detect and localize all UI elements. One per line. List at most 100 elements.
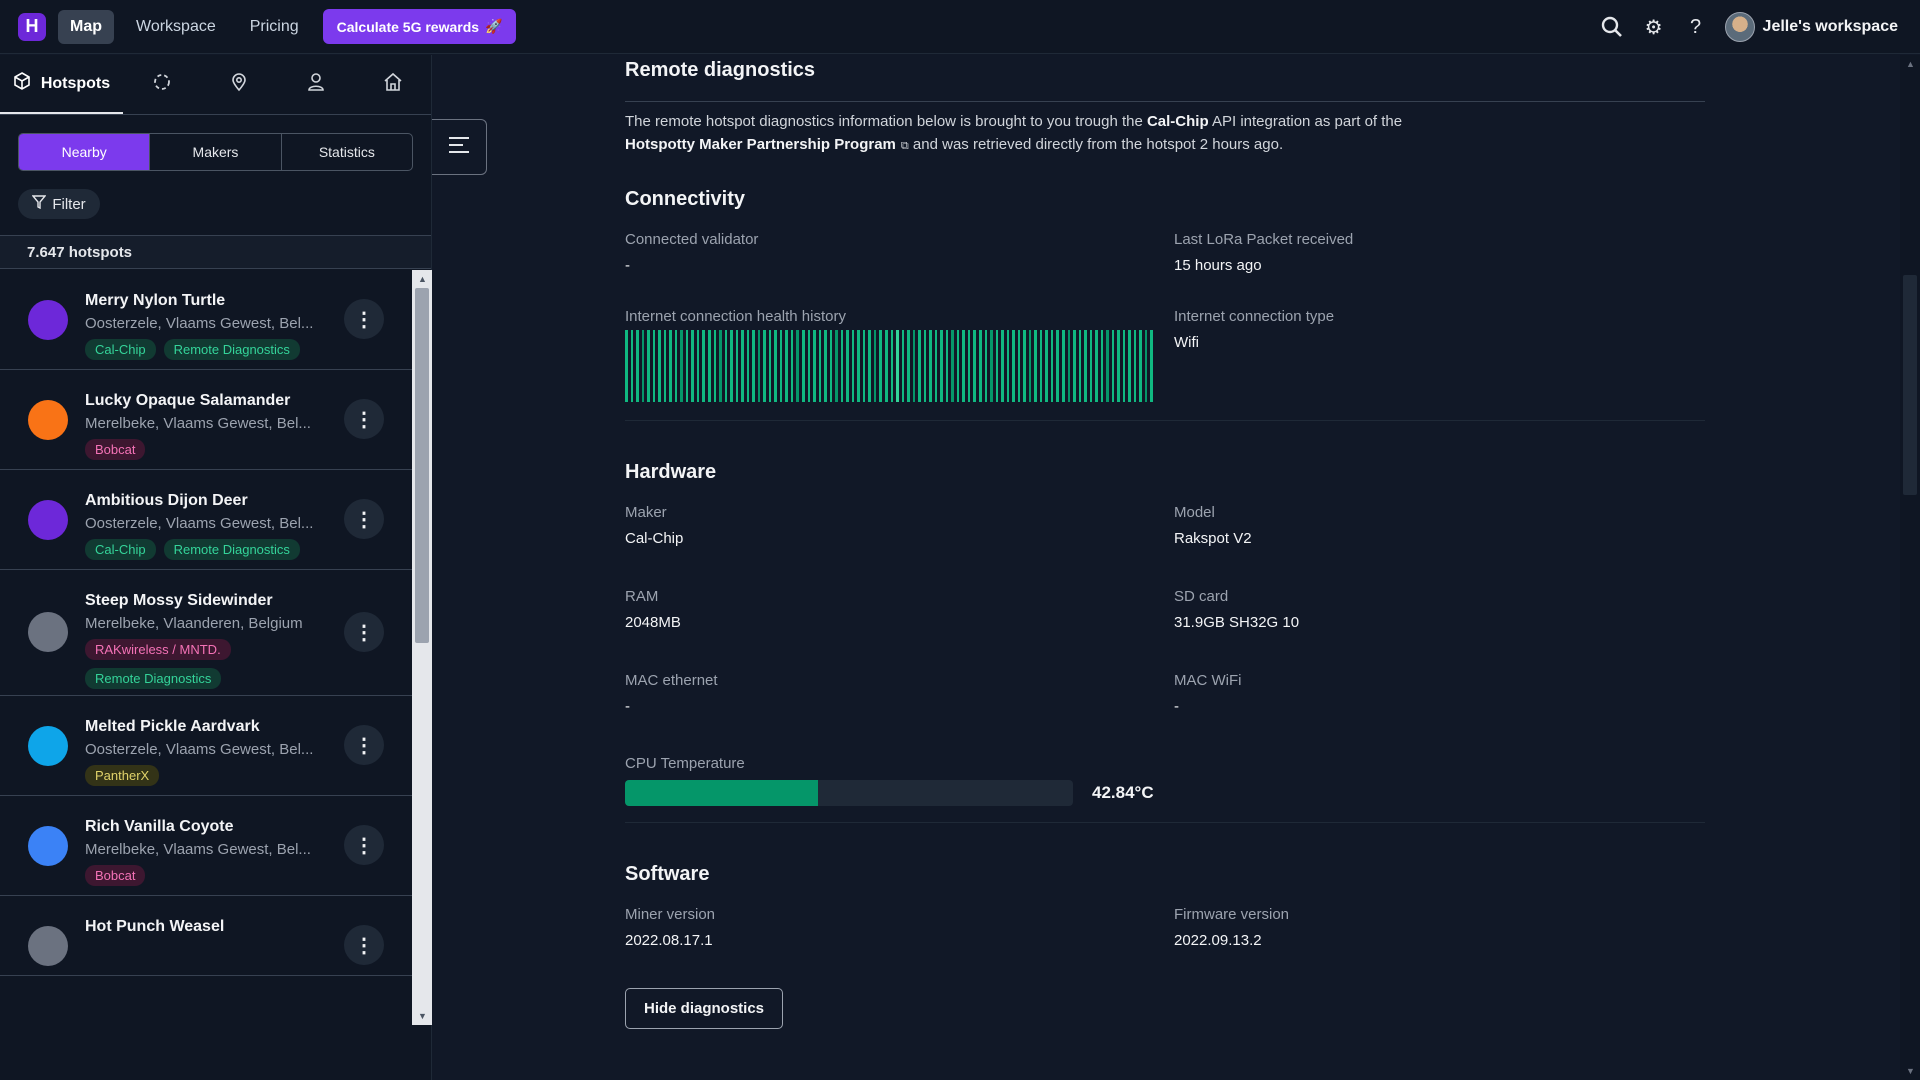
user-icon	[306, 72, 326, 97]
health-bar	[707, 330, 711, 402]
hotspot-tag: Remote Diagnostics	[163, 339, 300, 360]
ram-value: 2048MB	[625, 614, 681, 631]
health-bar	[735, 330, 739, 402]
avatar[interactable]	[1724, 12, 1755, 42]
health-bar	[779, 330, 783, 402]
health-bar	[824, 330, 827, 402]
partnership-program-link[interactable]: Hotspotty Maker Partnership Program	[625, 136, 896, 153]
search-icon[interactable]	[1599, 14, 1625, 40]
page-scroll-down-icon[interactable]: ▼	[1906, 1066, 1915, 1076]
health-bar	[1111, 330, 1115, 402]
more-options-icon[interactable]: ⋮	[344, 725, 384, 765]
connected-validator-value: -	[625, 257, 630, 274]
hide-diagnostics-button[interactable]: Hide diagnostics	[625, 988, 784, 1029]
health-bar	[923, 330, 927, 402]
hotspot-list-item[interactable]: Lucky Opaque Salamander Merelbeke, Vlaams…	[0, 370, 412, 470]
health-bar	[647, 330, 650, 402]
connection-type-value: Wifi	[1174, 334, 1199, 351]
calculate-rewards-button[interactable]: Calculate 5G rewards 🚀	[322, 9, 517, 44]
more-options-icon[interactable]: ⋮	[344, 825, 384, 865]
health-bar	[851, 330, 855, 402]
page-scrollbar-thumb[interactable]	[1903, 275, 1917, 495]
mac-ethernet-field: MAC ethernet -	[625, 672, 1174, 715]
hotspot-tag: Bobcat	[85, 439, 146, 460]
hotspot-tag: Remote Diagnostics	[163, 539, 300, 560]
health-bar	[1084, 330, 1087, 402]
mac-ethernet-value: -	[625, 698, 630, 715]
health-bar	[912, 330, 916, 402]
cpu-temperature-bar	[625, 780, 1073, 806]
health-bar	[719, 330, 722, 402]
health-bar	[1050, 330, 1054, 402]
health-bar	[990, 330, 993, 402]
sd-card-label: SD card	[1174, 588, 1229, 605]
connection-type-label: Internet connection type	[1174, 308, 1335, 325]
sidebar-scrollbar[interactable]: ▲ ▼	[412, 270, 432, 1025]
segment-nearby[interactable]: Nearby	[19, 134, 151, 170]
hotspot-list-item[interactable]: Hot Punch Weasel ⋮	[0, 896, 412, 976]
health-bar	[929, 330, 932, 402]
health-bar	[967, 330, 971, 402]
hotspot-list-item[interactable]: Melted Pickle Aardvark Oosterzele, Vlaams…	[0, 696, 412, 796]
health-bar	[691, 330, 694, 402]
more-options-icon[interactable]: ⋮	[344, 925, 384, 965]
more-options-icon[interactable]: ⋮	[344, 399, 384, 439]
page-scrollbar[interactable]: ▲ ▼	[1900, 55, 1920, 1080]
filter-button[interactable]: Filter	[18, 189, 100, 219]
connected-validator-label: Connected validator	[625, 231, 759, 248]
health-bar	[1106, 330, 1109, 402]
menu-toggle-button[interactable]	[432, 119, 487, 175]
segment-makers[interactable]: Makers	[150, 134, 282, 170]
health-bar	[1056, 330, 1059, 402]
health-bar	[1095, 330, 1098, 402]
section-divider	[625, 822, 1705, 823]
health-bar	[1045, 330, 1048, 402]
tab-user[interactable]	[277, 55, 354, 114]
hotspot-list-item[interactable]: Ambitious Dijon Deer Oosterzele, Vlaams G…	[0, 470, 412, 570]
hotspot-list-item[interactable]: Rich Vanilla Coyote Merelbeke, Vlaams Gew…	[0, 796, 412, 896]
help-icon[interactable]: ?	[1683, 14, 1709, 40]
health-bar	[1150, 330, 1153, 402]
tab-hotspots[interactable]: Hotspots	[0, 55, 123, 114]
ram-field: RAM 2048MB	[625, 588, 1174, 631]
scroll-down-arrow-icon[interactable]: ▼	[418, 1011, 427, 1021]
tab-location[interactable]	[200, 55, 277, 114]
health-bar	[713, 330, 717, 402]
workspace-name[interactable]: Jelle's workspace	[1763, 18, 1898, 36]
health-bar	[790, 330, 794, 402]
gear-icon[interactable]: ⚙	[1641, 14, 1667, 40]
nav-pricing[interactable]: Pricing	[238, 10, 311, 44]
page-scroll-up-icon[interactable]: ▲	[1906, 59, 1915, 69]
hotspotty-logo[interactable]: H	[18, 12, 46, 41]
miner-version-value: 2022.08.17.1	[625, 932, 713, 949]
tab-home[interactable]	[354, 55, 431, 114]
health-bar	[802, 330, 805, 402]
intro-part-3: and was retrieved directly from the hots…	[908, 136, 1284, 153]
nav-workspace[interactable]: Workspace	[124, 10, 228, 44]
scroll-up-arrow-icon[interactable]: ▲	[418, 274, 427, 284]
more-options-icon[interactable]: ⋮	[344, 499, 384, 539]
health-bar	[1001, 330, 1004, 402]
health-bar	[956, 330, 960, 402]
top-navigation: H Map Workspace Pricing Calculate 5G rew…	[0, 0, 1920, 54]
model-value: Rakspot V2	[1174, 530, 1252, 547]
health-bar	[674, 330, 678, 402]
tab-circle-dashed[interactable]	[123, 55, 200, 114]
health-bar	[724, 330, 728, 402]
hotspot-list-item[interactable]: Steep Mossy Sidewinder Merelbeke, Vlaande…	[0, 570, 412, 696]
health-bar	[752, 330, 755, 402]
health-bar	[813, 330, 816, 402]
health-bar	[636, 330, 639, 402]
more-options-icon[interactable]: ⋮	[344, 612, 384, 652]
sidebar-scrollbar-thumb[interactable]	[415, 288, 429, 643]
nav-map[interactable]: Map	[58, 9, 114, 44]
sidebar-tabs: Hotspots	[0, 55, 431, 115]
health-bar	[746, 330, 750, 402]
hotspot-list-item[interactable]: Merry Nylon Turtle Oosterzele, Vlaams Gew…	[0, 270, 412, 370]
more-options-icon[interactable]: ⋮	[344, 299, 384, 339]
health-bar	[918, 330, 921, 402]
health-bar	[807, 330, 811, 402]
health-bar	[669, 330, 672, 402]
health-bar	[1061, 330, 1065, 402]
segment-statistics[interactable]: Statistics	[282, 134, 412, 170]
